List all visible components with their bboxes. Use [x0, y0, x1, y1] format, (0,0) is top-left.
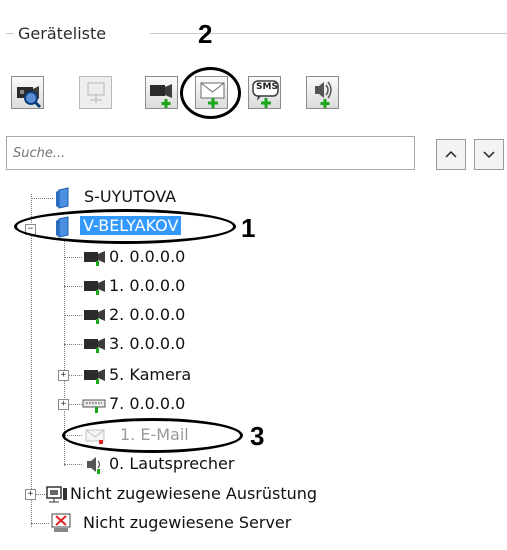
sms-label: SMS: [256, 82, 278, 92]
disabled-node-icon: [87, 82, 105, 103]
tree-unassigned-servers[interactable]: Nicht zugewiesene Server: [83, 513, 291, 532]
chevron-up-icon: [445, 150, 457, 158]
add-sms-button[interactable]: SMS: [248, 76, 281, 109]
add-speaker-icon: [315, 81, 332, 108]
add-camera-button[interactable]: [145, 76, 178, 109]
group-border: [6, 33, 14, 34]
expand-icon[interactable]: +: [58, 399, 69, 410]
tree-camera-3[interactable]: 3. 0.0.0.0: [109, 334, 185, 353]
tree-camera-2[interactable]: 2. 0.0.0.0: [109, 305, 185, 324]
camera-icon: [84, 280, 105, 295]
unassigned-server-icon: [51, 513, 71, 532]
tree-connector: [31, 523, 49, 524]
camera-search-button[interactable]: [11, 76, 44, 109]
chevron-down-icon: [483, 151, 495, 159]
device-list-title: Geräteliste: [18, 24, 107, 43]
tree-connector: [64, 315, 82, 316]
annotation-oval-server: [14, 209, 236, 244]
device-board-icon: [82, 399, 106, 413]
camera-icon: [84, 309, 105, 324]
tree-camera-0[interactable]: 0. 0.0.0.0: [109, 247, 185, 266]
add-speaker-button[interactable]: [306, 76, 339, 109]
expand-icon[interactable]: +: [58, 370, 69, 381]
camera-icon: [84, 251, 105, 266]
camera-search-icon: [17, 86, 42, 109]
tree-server-s-uyutova[interactable]: S-UYUTOVA: [84, 187, 176, 206]
search-input[interactable]: [6, 136, 415, 170]
tree-connector: [31, 194, 32, 527]
unassigned-equipment-icon: [46, 486, 67, 503]
expand-icon[interactable]: +: [25, 489, 36, 500]
annotation-oval-email: [62, 418, 243, 453]
search-next-button[interactable]: [474, 139, 504, 170]
tree-device-7[interactable]: 7. 0.0.0.0: [109, 394, 185, 413]
tree-connector: [64, 257, 82, 258]
tree-camera-1[interactable]: 1. 0.0.0.0: [109, 276, 185, 295]
annotation-1: 1: [241, 213, 256, 243]
tree-connector: [64, 464, 82, 465]
tree-speaker-0[interactable]: 0. Lautsprecher: [109, 454, 234, 473]
camera-icon: [84, 369, 105, 384]
tree-connector: [64, 286, 82, 287]
search-previous-button[interactable]: [436, 139, 466, 170]
speaker-icon: [87, 457, 101, 474]
tree-connector: [64, 344, 82, 345]
server-icon: [56, 187, 69, 209]
tree-camera-5[interactable]: 5. Kamera: [109, 365, 191, 384]
tree-connector: [31, 198, 53, 199]
camera-icon: [84, 338, 105, 353]
disabled-toolbar-button[interactable]: [79, 76, 112, 109]
tree-unassigned-equipment[interactable]: Nicht zugewiesene Ausrüstung: [70, 484, 317, 503]
annotation-3: 3: [250, 421, 265, 451]
annotation-circle-email: [180, 67, 241, 119]
add-camera-icon: [150, 84, 172, 108]
annotation-2: 2: [198, 19, 213, 49]
